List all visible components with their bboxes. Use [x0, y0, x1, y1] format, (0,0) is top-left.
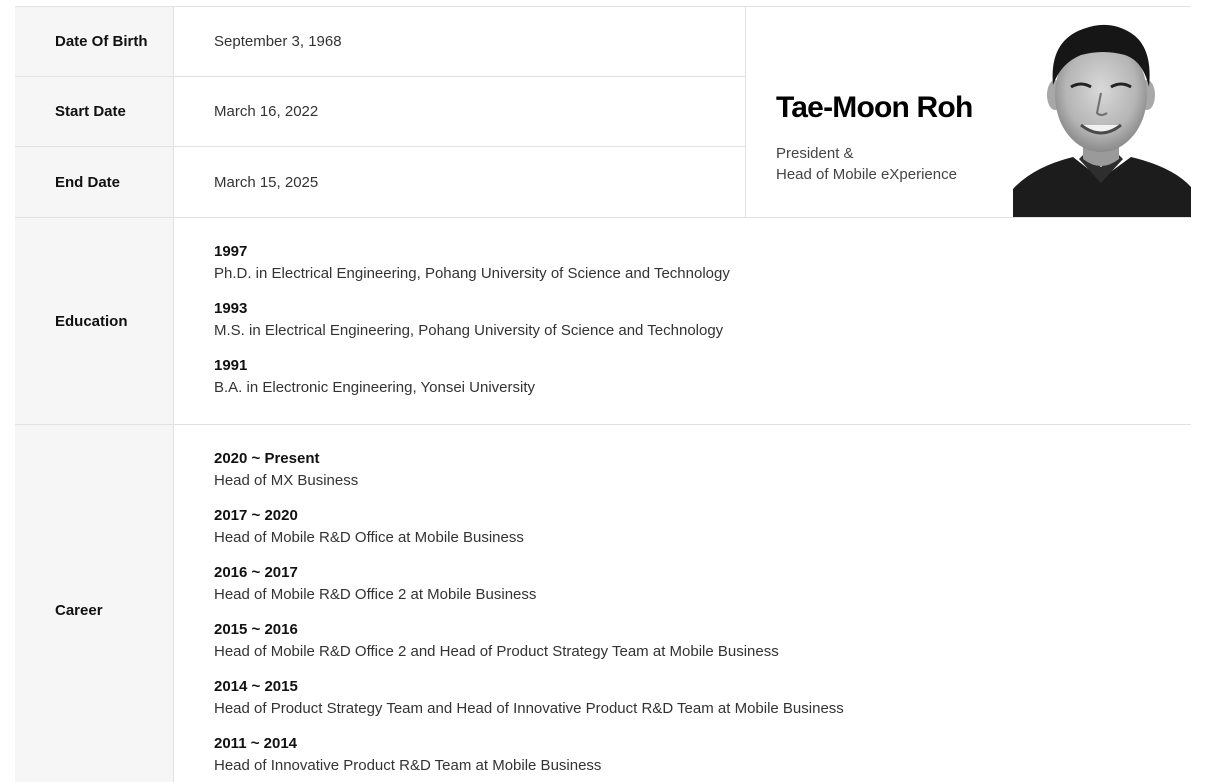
profile-title: President & Head of Mobile eXperience	[776, 143, 957, 185]
entry-year: 1993	[214, 300, 248, 317]
entry-desc: Head of Product Strategy Team and Head o…	[214, 700, 844, 717]
list-item: 2020 ~ Present Head of MX Business	[214, 448, 1191, 492]
info-value: March 16, 2022	[214, 103, 319, 120]
info-label: Date Of Birth	[15, 7, 174, 76]
portrait-photo	[1013, 7, 1191, 217]
list-item: 2011 ~ 2014 Head of Innovative Product R…	[214, 733, 1191, 777]
info-row-birth: Date Of Birth September 3, 1968	[15, 7, 745, 77]
info-value: March 15, 2025	[214, 173, 319, 191]
entry-year: 2015 ~ 2016	[214, 621, 298, 638]
entry-year: 1997	[214, 243, 248, 260]
entry-desc: M.S. in Electrical Engineering, Pohang U…	[214, 322, 724, 339]
info-label: End Date	[15, 147, 174, 217]
profile-card: Tae-Moon Roh President & Head of Mobile …	[745, 7, 1191, 217]
entry-desc: Head of Innovative Product R&D Team at M…	[214, 757, 602, 774]
list-item: 2017 ~ 2020 Head of Mobile R&D Office at…	[214, 505, 1191, 549]
entry-year: 2020 ~ Present	[214, 450, 320, 467]
entry-desc: B.A. in Electronic Engineering, Yonsei U…	[214, 379, 536, 396]
info-row-start-date: Start Date March 16, 2022	[15, 77, 745, 147]
basic-info-block: Date Of Birth September 3, 1968 Start Da…	[15, 7, 1191, 217]
entry-year: 2016 ~ 2017	[214, 564, 298, 581]
info-value: September 3, 1968	[214, 33, 342, 50]
executive-profile-page: Date Of Birth September 3, 1968 Start Da…	[0, 0, 1207, 782]
education-section: Education 1997 Ph.D. in Electrical Engin…	[15, 218, 1191, 424]
career-label: Career	[15, 425, 174, 782]
entry-desc: Head of Mobile R&D Office 2 and Head of …	[214, 643, 779, 660]
profile-title-line: Head of Mobile eXperience	[776, 166, 957, 183]
career-list: 2020 ~ Present Head of MX Business 2017 …	[174, 425, 1191, 782]
entry-desc: Head of Mobile R&D Office at Mobile Busi…	[214, 529, 524, 546]
list-item: 2016 ~ 2017 Head of Mobile R&D Office 2 …	[214, 562, 1191, 606]
profile-title-line: President &	[776, 145, 854, 162]
list-item: 1991 B.A. in Electronic Engineering, Yon…	[214, 355, 1191, 399]
entry-desc: Ph.D. in Electrical Engineering, Pohang …	[214, 265, 730, 282]
profile-name: Tae-Moon Roh	[776, 91, 973, 124]
entry-year: 1991	[214, 357, 248, 374]
list-item: 2015 ~ 2016 Head of Mobile R&D Office 2 …	[214, 619, 1191, 663]
education-list: 1997 Ph.D. in Electrical Engineering, Po…	[174, 218, 1191, 424]
career-section: Career 2020 ~ Present Head of MX Busines…	[15, 425, 1191, 782]
entry-year: 2011 ~ 2014	[214, 735, 298, 752]
entry-year: 2014 ~ 2015	[214, 678, 298, 695]
list-item: 1993 M.S. in Electrical Engineering, Poh…	[214, 298, 1191, 342]
info-label: Start Date	[15, 77, 174, 146]
list-item: 1997 Ph.D. in Electrical Engineering, Po…	[214, 241, 1191, 285]
basic-info-table: Date Of Birth September 3, 1968 Start Da…	[15, 7, 745, 217]
list-item: 2014 ~ 2015 Head of Product Strategy Tea…	[214, 676, 1191, 720]
entry-year: 2017 ~ 2020	[214, 507, 298, 524]
info-row-end-date: End Date March 15, 2025	[15, 147, 745, 217]
education-label: Education	[15, 218, 174, 424]
portrait-icon	[1013, 7, 1191, 217]
entry-desc: Head of Mobile R&D Office 2 at Mobile Bu…	[214, 586, 537, 603]
entry-desc: Head of MX Business	[214, 472, 359, 489]
